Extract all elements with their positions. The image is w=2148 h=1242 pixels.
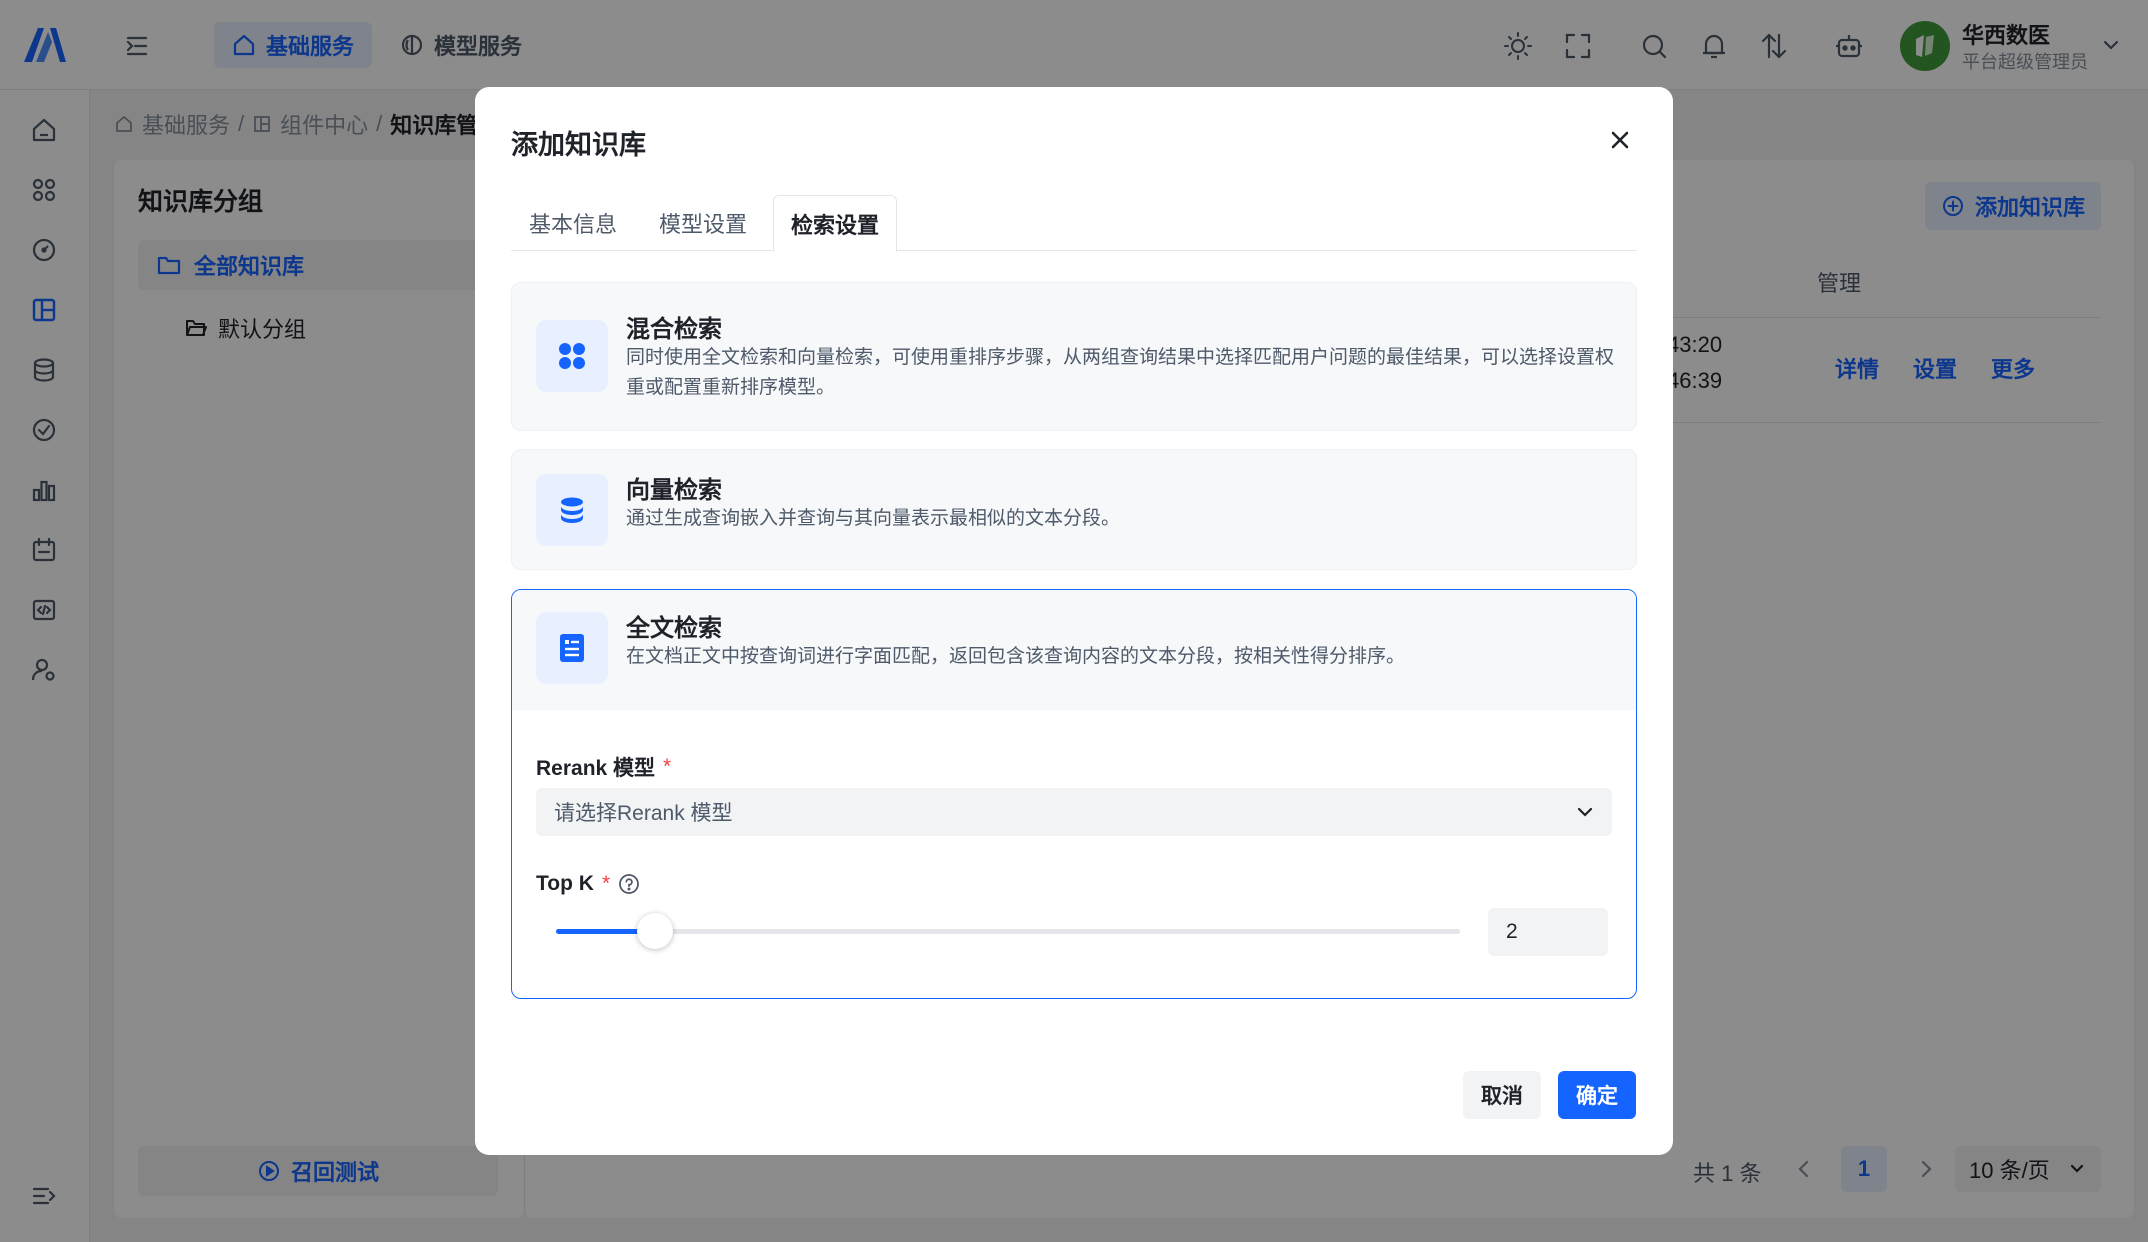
option-title: 全文检索 — [626, 615, 722, 642]
tab-basic-info[interactable]: 基本信息 — [511, 195, 635, 251]
topk-number-input[interactable]: 2 — [1488, 908, 1608, 956]
rerank-select-placeholder: 请选择Rerank 模型 — [554, 802, 733, 825]
option-description: 在文档正文中按查询词进行字面匹配，返回包含该查询内容的文本分段，按相关性得分排序… — [626, 646, 1406, 667]
rerank-model-select[interactable]: 请选择Rerank 模型 — [536, 788, 1612, 836]
option-description: 通过生成查询嵌入并查询与其向量表示最相似的文本分段。 — [626, 508, 1121, 529]
add-knowledge-base-dialog: 添加知识库 基本信息 模型设置 检索设置 混合检索 同时使用全文检索和向量检索，… — [475, 87, 1673, 1155]
tab-model-settings[interactable]: 模型设置 — [641, 195, 765, 251]
rerank-label-text: Rerank 模型 — [536, 757, 656, 780]
grid-icon — [536, 320, 608, 392]
topk-field-label: Top K * — [536, 872, 640, 896]
option-title: 混合检索 — [626, 316, 722, 343]
required-mark: * — [663, 755, 672, 778]
option-hybrid-retrieval[interactable]: 混合检索 同时使用全文检索和向量检索，可使用重排序步骤，从两组查询结果中选择匹配… — [511, 282, 1637, 431]
topk-slider-track[interactable] — [556, 929, 1460, 934]
option-vector-retrieval[interactable]: 向量检索 通过生成查询嵌入并查询与其向量表示最相似的文本分段。 — [511, 449, 1637, 570]
option-header: 全文检索 在文档正文中按查询词进行字面匹配，返回包含该查询内容的文本分段，按相关… — [512, 590, 1636, 710]
database-icon — [536, 474, 608, 546]
cancel-button[interactable]: 取消 — [1463, 1071, 1541, 1119]
confirm-button[interactable]: 确定 — [1558, 1071, 1636, 1119]
tab-retrieval-settings[interactable]: 检索设置 — [773, 195, 897, 252]
dialog-title: 添加知识库 — [511, 130, 646, 160]
close-icon[interactable] — [1607, 127, 1633, 153]
option-title: 向量检索 — [626, 477, 722, 504]
option-fulltext-retrieval[interactable]: 全文检索 在文档正文中按查询词进行字面匹配，返回包含该查询内容的文本分段，按相关… — [511, 589, 1637, 999]
document-icon — [536, 612, 608, 684]
rerank-field-label: Rerank 模型 * — [536, 752, 671, 782]
required-mark: * — [601, 872, 611, 895]
help-icon[interactable] — [618, 873, 640, 895]
topk-label-text: Top K — [536, 872, 594, 895]
chevron-down-icon — [1574, 801, 1596, 823]
option-description: 同时使用全文检索和向量检索，可使用重排序步骤，从两组查询结果中选择匹配用户问题的… — [626, 347, 1615, 398]
topk-slider-handle[interactable] — [637, 913, 674, 949]
dialog-tabs: 基本信息 模型设置 检索设置 — [511, 195, 1637, 252]
